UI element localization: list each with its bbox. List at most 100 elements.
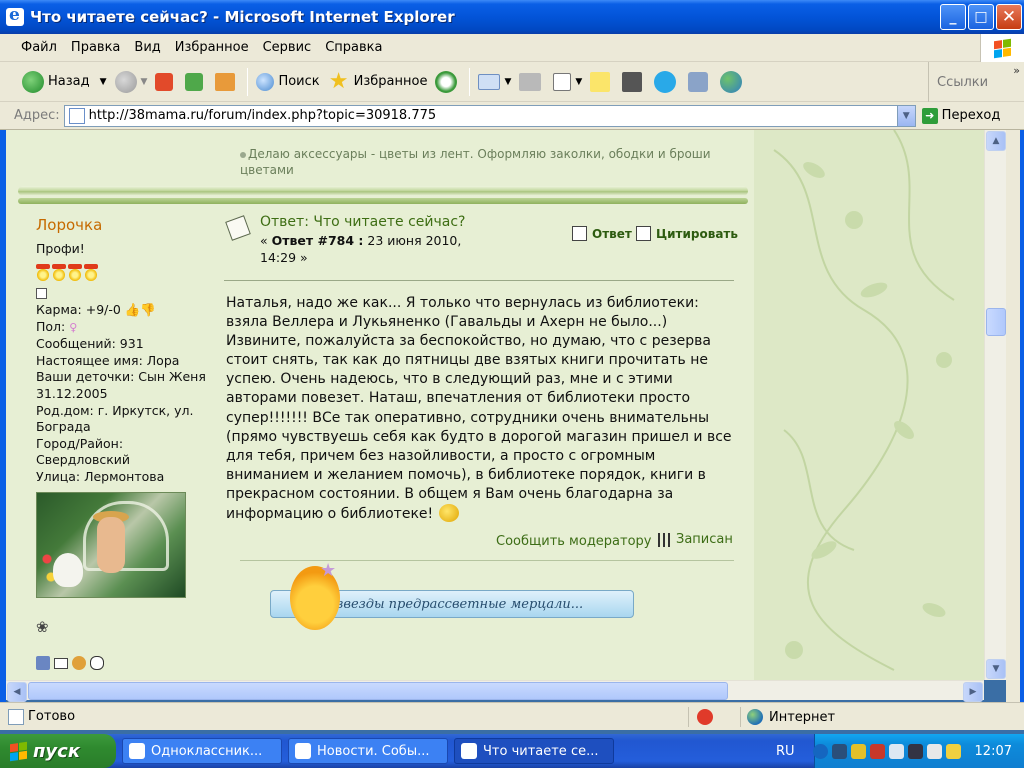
maternity-info: Род.дом: г. Иркутск, ул. Боградa xyxy=(36,402,194,435)
messenger-button[interactable] xyxy=(716,66,750,98)
address-dropdown-icon[interactable]: ▼ xyxy=(896,105,915,126)
ie-icon xyxy=(6,5,24,26)
smiley-icon xyxy=(439,504,460,523)
popup-blocker-cell[interactable] xyxy=(688,707,738,727)
close-button[interactable]: ✕ xyxy=(996,4,1022,30)
email-icon[interactable] xyxy=(54,657,68,669)
thumbs-up-icon[interactable]: 👍 xyxy=(125,302,141,317)
saved-indicator[interactable]: Записан xyxy=(658,532,733,547)
thumbs-down-icon[interactable]: 👎 xyxy=(140,302,156,317)
back-button[interactable]: Назад ▼ xyxy=(18,66,111,98)
security-shield-icon[interactable] xyxy=(850,743,866,759)
wifi-icon[interactable] xyxy=(888,743,904,759)
horizontal-scroll-thumb[interactable] xyxy=(28,682,728,700)
forward-button[interactable]: ▼ xyxy=(111,66,152,98)
stop-button[interactable] xyxy=(151,66,181,98)
menu-help[interactable]: Справка xyxy=(318,40,389,55)
internet-globe-icon xyxy=(747,709,763,725)
rank-star-icon xyxy=(52,264,66,282)
antivirus-icon[interactable] xyxy=(869,743,885,759)
home-icon xyxy=(215,72,236,91)
history-icon xyxy=(435,70,458,93)
menu-tools[interactable]: Сервис xyxy=(256,40,319,55)
search-button[interactable]: Поиск xyxy=(252,66,323,98)
clock[interactable]: 12:07 xyxy=(975,744,1012,759)
note-button[interactable] xyxy=(586,66,618,98)
rank-stars xyxy=(36,264,98,282)
post-body: Наталья, надо же как... Я только что вер… xyxy=(226,295,732,523)
research-icon xyxy=(688,71,709,92)
research-button[interactable] xyxy=(684,66,716,98)
quote-icon xyxy=(636,226,651,241)
person-icon[interactable] xyxy=(72,656,86,670)
children-info: Ваши деточки: Сын Женя 31.12.2005 xyxy=(36,369,206,401)
network-icon[interactable] xyxy=(831,743,847,759)
menu-favorites[interactable]: Избранное xyxy=(168,40,256,55)
task-current-page[interactable]: Что читаете се... xyxy=(454,738,614,764)
previous-signature: Делаю аксессуары - цветы из лент. Оформл… xyxy=(240,147,711,177)
gender-line: Пол: ♀ xyxy=(36,318,78,334)
edit-icon xyxy=(553,72,572,91)
post-header-divider xyxy=(224,280,734,281)
links-toolbar[interactable]: Ссылки » xyxy=(928,62,1024,102)
post-icon xyxy=(225,215,251,241)
minimize-button[interactable]: _ xyxy=(940,4,966,30)
address-bar: Адрес: http://38mama.ru/forum/index.php?… xyxy=(0,102,1024,130)
monitor-icon[interactable] xyxy=(907,743,923,759)
profile-icon[interactable] xyxy=(36,656,50,670)
menu-file[interactable]: Файл xyxy=(14,40,64,55)
page-viewport[interactable]: Делаю аксессуары - цветы из лент. Оформл… xyxy=(6,130,984,680)
security-zone: Интернет xyxy=(740,707,1024,727)
quote-button[interactable]: Цитировать xyxy=(636,226,738,241)
tray-expand-icon[interactable] xyxy=(812,743,828,759)
address-input[interactable]: http://38mama.ru/forum/index.php?topic=3… xyxy=(63,104,916,127)
task-odnoklassniki[interactable]: Одноклассник... xyxy=(122,738,282,764)
scroll-up-button[interactable]: ▲ xyxy=(986,131,1006,151)
reply-button[interactable]: Ответ xyxy=(572,226,632,241)
menu-edit[interactable]: Правка xyxy=(64,40,127,55)
author-rank: Профи! xyxy=(36,241,85,256)
printer-icon[interactable] xyxy=(926,743,942,759)
author-name-link[interactable]: Лорочка xyxy=(36,216,102,234)
refresh-button[interactable] xyxy=(181,66,211,98)
history-button[interactable] xyxy=(431,66,465,98)
window-titlebar[interactable]: Что читаете сейчас? - Microsoft Internet… xyxy=(0,0,1024,34)
ie-icon xyxy=(295,743,311,759)
window-title: Что читаете сейчас? - Microsoft Internet… xyxy=(30,8,455,26)
ie-icon xyxy=(129,743,145,759)
message-icon[interactable] xyxy=(90,656,104,670)
back-dropdown-icon[interactable]: ▼ xyxy=(100,77,107,87)
edit-button[interactable]: ▼ xyxy=(549,66,586,98)
arrow-icon[interactable] xyxy=(945,743,961,759)
stop-icon xyxy=(155,72,174,91)
language-indicator[interactable]: RU xyxy=(776,734,795,768)
print-button[interactable] xyxy=(515,66,549,98)
signature-banner: И звезды предрассветные мерцали... xyxy=(248,558,648,634)
k-button[interactable] xyxy=(618,66,650,98)
address-label: Адрес: xyxy=(14,108,60,123)
home-button[interactable] xyxy=(211,66,243,98)
horizontal-scrollbar[interactable]: ◀ ▶ xyxy=(6,680,984,702)
scroll-down-button[interactable]: ▼ xyxy=(986,659,1006,679)
menu-view[interactable]: Вид xyxy=(127,40,167,55)
post-divider-bar xyxy=(18,198,748,204)
mail-button[interactable]: ▼ xyxy=(474,66,515,98)
posts-count: Сообщений: 931 xyxy=(36,336,144,352)
report-to-moderator-link[interactable]: Сообщить модератору xyxy=(496,534,652,549)
skype-button[interactable] xyxy=(650,66,684,98)
saved-icon xyxy=(658,532,672,547)
post-number: Ответ #784 : xyxy=(271,233,364,248)
post-title-link[interactable]: Ответ: Что читаете сейчас? xyxy=(260,214,465,230)
snowflake-icon: ❀ xyxy=(36,618,49,636)
scroll-right-button[interactable]: ▶ xyxy=(963,682,983,702)
star-icon: ★ xyxy=(328,68,349,94)
favorites-button[interactable]: ★ Избранное xyxy=(324,66,432,98)
maximize-button[interactable]: □ xyxy=(968,4,994,30)
vertical-scroll-thumb[interactable] xyxy=(986,308,1006,336)
vertical-scrollbar[interactable]: ▲ ▼ xyxy=(984,130,1006,680)
go-button[interactable]: ➜ Переход xyxy=(921,107,1000,124)
status-text: Готово xyxy=(28,709,76,724)
scroll-left-button[interactable]: ◀ xyxy=(7,682,27,702)
task-news[interactable]: Новости. Собы... xyxy=(288,738,448,764)
start-button[interactable]: пуск xyxy=(0,734,116,768)
